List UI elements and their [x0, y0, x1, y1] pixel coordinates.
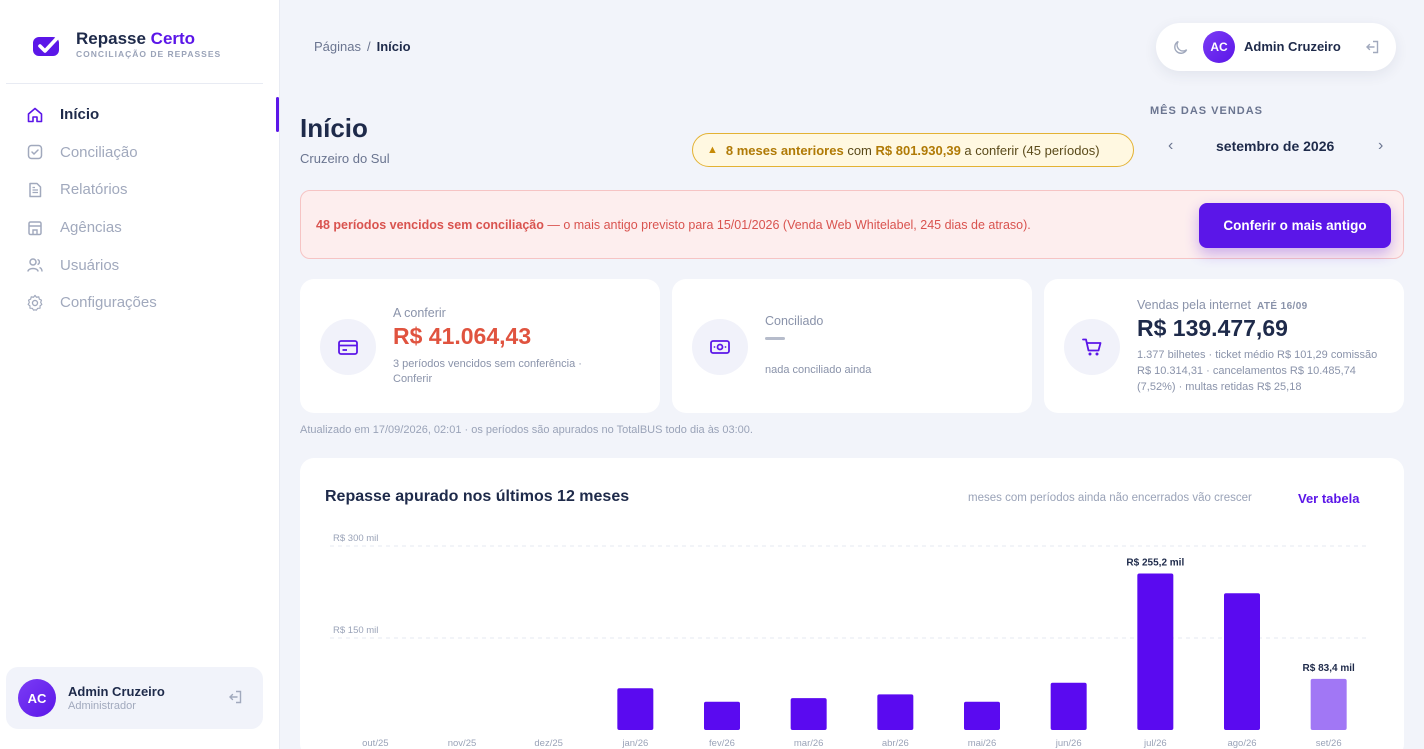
chart-card: Repasse apurado nos últimos 12 meses mes…: [300, 458, 1404, 749]
stat-label: Vendas pela internet ATÉ 16/09: [1137, 298, 1308, 312]
breadcrumb-parent[interactable]: Páginas: [314, 39, 361, 54]
bar-chart: R$ 150 mil R$ 300 mil out/25 nov/25 dez/25 ja…: [330, 533, 1370, 749]
sidebar-item-inicio[interactable]: Início: [0, 96, 280, 134]
user-role: Administrador: [68, 700, 136, 712]
breadcrumb: Páginas / Início: [314, 39, 411, 54]
stat-card-online-sales: Vendas pela internet ATÉ 16/09 R$ 139.477…: [1044, 279, 1404, 413]
stat-note: 3 períodos vencidos sem conferência · Co…: [393, 358, 582, 385]
cart-icon: [1064, 319, 1120, 375]
x-tick-label: mar/26: [794, 738, 824, 749]
stat-label: A conferir: [393, 306, 446, 320]
updated-note: Atualizado em 17/09/2026, 02:01 · os per…: [300, 424, 753, 436]
avatar[interactable]: AC: [1203, 31, 1235, 63]
overdue-alert: 48 períodos vencidos sem conciliação — o…: [300, 190, 1404, 259]
x-tick-label: abr/26: [882, 738, 909, 749]
moon-icon[interactable]: [1172, 38, 1190, 56]
sidebar-item-agencias[interactable]: Agências: [0, 209, 280, 247]
warning-text: 8 meses anteriores com R$ 801.930,39 a c…: [725, 142, 1100, 158]
sidebar-item-label: Usuários: [60, 256, 120, 274]
x-tick-label: jan/26: [621, 738, 648, 749]
sidebar-user-card[interactable]: AC Admin Cruzeiro Administrador: [6, 667, 263, 729]
stat-note: nada conciliado ainda: [765, 364, 872, 376]
month-value: setembro de 2026: [1216, 138, 1335, 154]
sidebar-item-label: Agências: [60, 219, 122, 237]
stat-card-reconciled: Conciliado nada conciliado ainda: [672, 279, 1032, 413]
bar-set-26: [1310, 678, 1347, 730]
brand[interactable]: Repasse Certo CONCILIAÇÃO DE REPASSES: [32, 30, 221, 59]
sidebar-item-conciliacao[interactable]: Conciliação: [0, 134, 280, 172]
date-badge: ATÉ 16/09: [1256, 301, 1308, 312]
sidebar-nav: Início Conciliação Relatórios Agências U…: [0, 96, 280, 322]
month-next-button[interactable]: ›: [1378, 137, 1383, 155]
user-name: Admin Cruzeiro: [68, 684, 165, 699]
data-label: R$ 83,4 mil: [1303, 663, 1355, 674]
stat-value: R$ 41.064,43: [393, 323, 532, 349]
bar-jun-26: [1050, 682, 1087, 730]
page-subtitle: Cruzeiro do Sul: [300, 151, 390, 166]
y-tick-label: R$ 150 mil: [333, 625, 378, 636]
bar-fev-26: [704, 701, 740, 730]
sidebar-item-label: Conciliação: [60, 143, 138, 161]
brand-tagline: CONCILIAÇÃO DE REPASSES: [76, 49, 222, 59]
home-icon: [26, 106, 44, 124]
sidebar-item-label: Configurações: [60, 294, 157, 312]
sidebar-item-label: Relatórios: [60, 181, 128, 199]
x-tick-label: jul/26: [1143, 738, 1167, 749]
document-icon: [26, 181, 44, 199]
logo-check-icon: [33, 32, 62, 56]
x-tick-label: mai/26: [968, 738, 997, 749]
stat-label: Conciliado: [765, 314, 824, 328]
sidebar-item-relatorios[interactable]: Relatórios: [0, 171, 280, 209]
gear-icon: [26, 294, 44, 312]
logout-icon[interactable]: [1364, 39, 1380, 55]
sidebar: Repasse Certo CONCILIAÇÃO DE REPASSES In…: [0, 0, 280, 749]
warning-icon: ▲: [707, 144, 718, 156]
month-prev-button[interactable]: ‹: [1168, 137, 1173, 155]
logout-icon[interactable]: [227, 689, 243, 705]
bar-jan-26: [617, 688, 654, 730]
topbar-user-menu: AC Admin Cruzeiro: [1156, 23, 1396, 71]
stat-note: 1.377 bilhetes · ticket médio R$ 101,29 …: [1137, 349, 1378, 393]
x-tick-label: out/25: [362, 738, 388, 749]
money-icon: [692, 319, 748, 375]
divider: [6, 83, 263, 84]
x-tick-label: dez/25: [534, 738, 563, 749]
sidebar-item-usuarios[interactable]: Usuários: [0, 246, 280, 284]
card-icon: [320, 319, 376, 375]
brand-name: Repasse Certo: [76, 29, 196, 48]
check-oldest-button[interactable]: Conferir o mais antigo: [1199, 203, 1391, 248]
avatar: AC: [18, 679, 56, 717]
sidebar-item-configuracoes[interactable]: Configurações: [0, 284, 280, 322]
x-tick-label: set/26: [1316, 738, 1342, 749]
empty-value-dash: [765, 337, 785, 340]
x-tick-label: nov/25: [448, 738, 477, 749]
month-label: MÊS DAS VENDAS: [1150, 105, 1264, 117]
sidebar-item-label: Início: [60, 106, 100, 124]
bar-mar-26: [790, 698, 827, 730]
x-tick-label: jun/26: [1055, 738, 1082, 749]
building-icon: [26, 219, 44, 237]
bar-abr-26: [877, 694, 914, 730]
alert-text: 48 períodos vencidos sem conciliação — o…: [316, 218, 1031, 232]
check-square-icon: [26, 143, 44, 161]
y-tick-label: R$ 300 mil: [333, 533, 378, 544]
breadcrumb-current: Início: [376, 39, 411, 54]
users-icon: [26, 256, 44, 274]
topbar-user-name[interactable]: Admin Cruzeiro: [1244, 39, 1341, 54]
page-title: Início: [300, 113, 368, 143]
stat-value: R$ 139.477,69: [1137, 315, 1288, 341]
x-tick-label: fev/26: [709, 738, 735, 749]
bar-ago-26: [1224, 593, 1260, 730]
x-tick-label: ago/26: [1227, 738, 1256, 749]
pending-months-warning[interactable]: ▲ 8 meses anteriores com R$ 801.930,39 a…: [692, 133, 1134, 167]
stat-card-to-check[interactable]: A conferir R$ 41.064,43 3 períodos venci…: [300, 279, 660, 413]
breadcrumb-separator: /: [366, 39, 371, 54]
data-label: R$ 255,2 mil: [1126, 557, 1184, 568]
bar-mai-26: [964, 701, 1000, 730]
bar-jul-26: [1137, 573, 1174, 730]
